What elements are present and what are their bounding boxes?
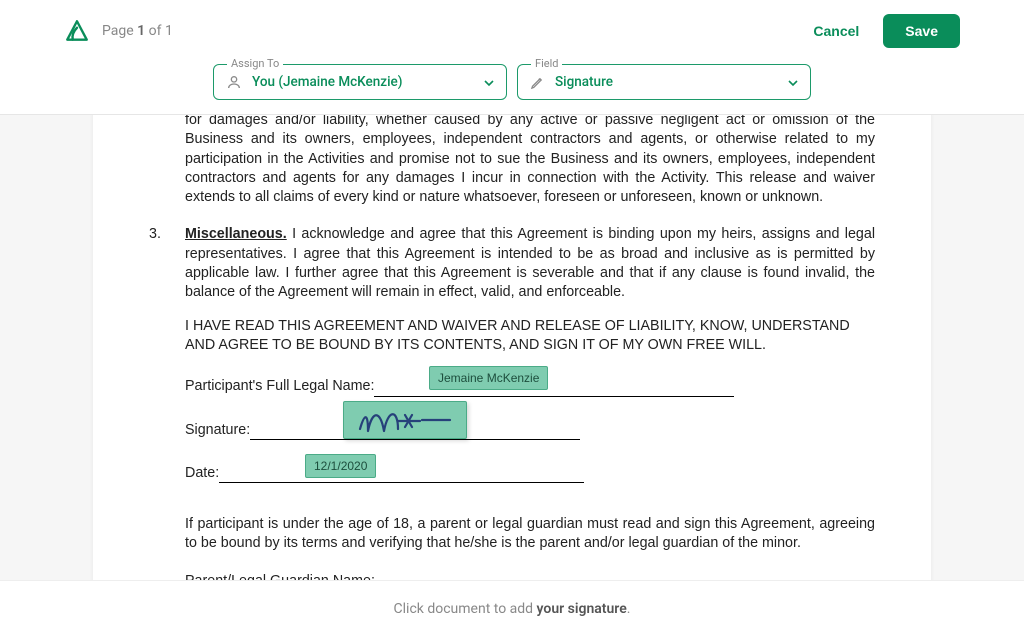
chevron-down-icon (788, 73, 798, 92)
paragraph-release: for damages and/or liability, whether ca… (149, 115, 875, 207)
save-button[interactable]: Save (883, 14, 960, 48)
minor-clause: If participant is under the age of 18, a… (149, 515, 875, 554)
guardian-block: Parent/Legal Guardian Name: Signature: (149, 572, 875, 581)
pencil-icon (530, 75, 545, 90)
signature-field-tag[interactable] (343, 401, 467, 439)
footer-hint: Click document to add your signature. (0, 581, 1024, 637)
signature-row: Signature: (185, 421, 875, 440)
page-indicator: Page 1 of 1 (102, 23, 173, 39)
clause-3: 3. Miscellaneous. I acknowledge and agre… (149, 225, 875, 302)
field-type-label: Field (531, 57, 562, 70)
assign-to-label: Assign To (227, 57, 283, 70)
clause-number: 3. (149, 225, 185, 302)
document-page[interactable]: for damages and/or liability, whether ca… (93, 115, 931, 581)
chevron-down-icon (484, 73, 494, 92)
clause-content: Miscellaneous. I acknowledge and agree t… (185, 225, 875, 302)
field-type-field[interactable]: Field Signature (517, 64, 811, 100)
date-row: Date: 12/1/2020 (185, 464, 875, 483)
cancel-button[interactable]: Cancel (801, 15, 871, 47)
document-viewport[interactable]: for damages and/or liability, whether ca… (0, 115, 1024, 581)
name-field-tag[interactable]: Jemaine McKenzie (429, 366, 548, 390)
acknowledgment-text: I HAVE READ THIS AGREEMENT AND WAIVER AN… (149, 317, 875, 356)
person-icon (226, 74, 242, 90)
assign-to-value: You (Jemaine McKenzie) (252, 74, 484, 90)
field-type-value: Signature (555, 74, 788, 90)
header: Page 1 of 1 Cancel Save (0, 0, 1024, 56)
guardian-name-row: Parent/Legal Guardian Name: (185, 572, 875, 581)
toolbar: Assign To You (Jemaine McKenzie) Field S… (0, 56, 1024, 115)
app-logo (64, 18, 90, 44)
signature-glyph (350, 403, 460, 437)
full-name-row: Participant's Full Legal Name: Jemaine M… (185, 377, 875, 396)
date-field-tag[interactable]: 12/1/2020 (305, 454, 376, 478)
signature-block: Participant's Full Legal Name: Jemaine M… (149, 377, 875, 483)
assign-to-field[interactable]: Assign To You (Jemaine McKenzie) (213, 64, 507, 100)
